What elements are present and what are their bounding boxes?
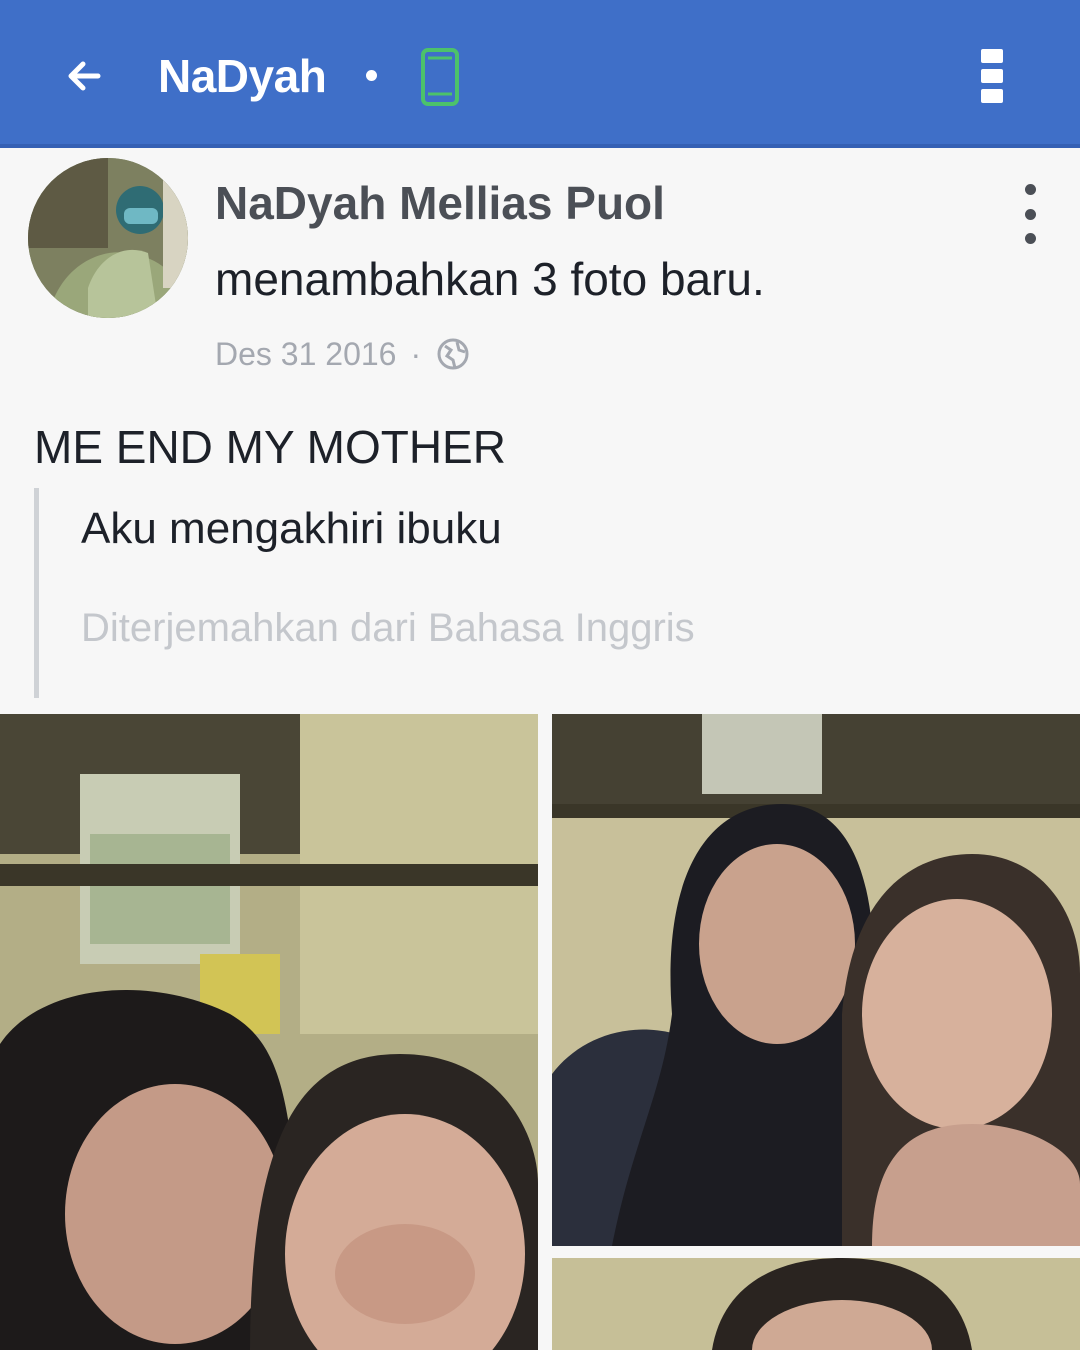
more-vertical-icon [1024,184,1036,195]
online-status-dot [366,70,377,81]
chat-title[interactable]: NaDyah [158,44,327,108]
meta-separator: · [410,335,422,372]
globe-icon [437,338,469,370]
post-photo-2[interactable] [552,714,1080,1246]
post-photo-1[interactable] [0,714,538,1350]
more-vertical-icon [981,49,1003,63]
facebook-mobile-screen: NaDyah NaDyah Mellias Puol menambahkan 3… [0,0,1080,1350]
arrow-left-icon [68,61,101,91]
photo-image [552,714,1080,1246]
translation-source-link[interactable]: Diterjemahkan dari Bahasa Inggris [81,606,695,651]
author-name[interactable]: NaDyah Mellias Puol [215,176,665,230]
avatar-image [28,158,188,318]
photo-image [0,714,538,1350]
photo-image [552,1258,1080,1350]
translation-block: Aku mengakhiri ibuku Diterjemahkan dari … [34,488,1039,698]
mobile-phone-icon [421,48,459,106]
post-meta: Des 31 2016 · [215,332,471,376]
post-action-text: menambahkan 3 foto baru. [215,253,765,305]
app-bar: NaDyah [0,0,1080,148]
post-date[interactable]: Des 31 2016 [215,336,396,373]
post-options-button[interactable] [1014,184,1046,244]
post-text: ME END MY MOTHER [34,421,506,473]
back-button[interactable] [52,44,116,108]
post-photo-3[interactable] [552,1258,1080,1350]
author-avatar[interactable] [28,158,188,318]
translated-text: Aku mengakhiri ibuku [81,504,502,553]
more-options-button[interactable] [966,40,1018,112]
